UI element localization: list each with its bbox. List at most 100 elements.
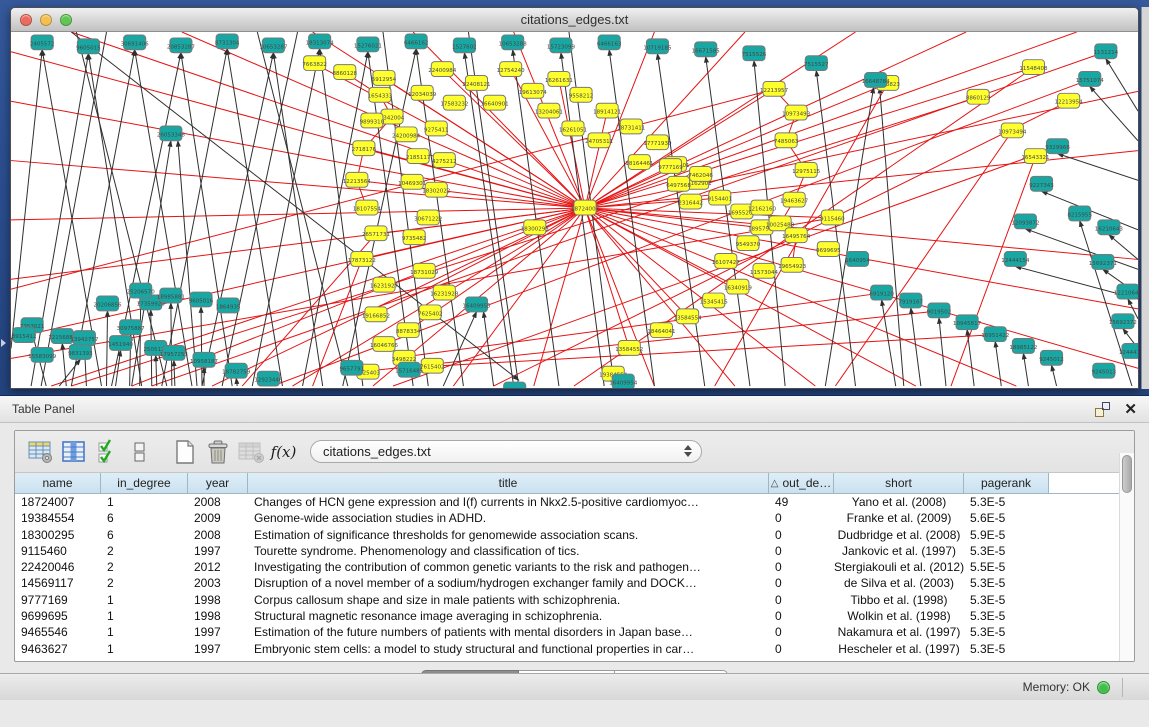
graph-node[interactable]: 16409954 <box>609 374 638 388</box>
graph-node[interactable]: 16261631 <box>545 72 573 87</box>
graph-node[interactable]: 7515526 <box>742 46 767 61</box>
citation-edge-black[interactable] <box>561 53 604 386</box>
vertical-scrollbar[interactable] <box>1119 453 1134 661</box>
graph-node[interactable]: 2342004 <box>380 109 405 124</box>
table-cell[interactable]: 1998 <box>188 608 248 624</box>
citation-edge-black[interactable] <box>140 298 141 386</box>
citation-edge-black[interactable] <box>484 312 494 386</box>
graph-node[interactable]: 8731304 <box>215 34 240 49</box>
graph-node[interactable]: 2405572 <box>30 35 55 50</box>
graph-node[interactable]: 9245012 <box>1039 350 1064 365</box>
table-cell[interactable]: 1 <box>101 641 188 657</box>
table-cell[interactable]: 5.3E-5 <box>964 624 1049 640</box>
table-cell[interactable]: Dudbridge et al. (2008) <box>834 527 964 543</box>
graph-node[interactable]: 16107427 <box>712 254 741 269</box>
graph-node[interactable]: 18302022 <box>422 182 450 197</box>
graph-node[interactable]: 11548408 <box>1019 60 1048 75</box>
table-cell[interactable]: Stergiakouli et al. (2012) <box>834 559 964 575</box>
citation-edge-black[interactable] <box>1025 229 1138 270</box>
table-cell[interactable]: 1 <box>101 624 188 640</box>
scrollbar-thumb[interactable] <box>1122 455 1132 493</box>
graph-node[interactable]: 9899310 <box>360 113 385 128</box>
delete-trash-icon[interactable] <box>201 437 234 467</box>
table-cell[interactable]: 6 <box>101 527 188 543</box>
memory-ok-indicator[interactable] <box>1097 681 1110 694</box>
graph-node[interactable]: 7663822 <box>302 56 327 71</box>
citation-edge-black[interactable] <box>911 308 921 386</box>
table-selector-dropdown[interactable]: citations_edges.txt <box>310 440 702 463</box>
graph-node[interactable]: 22400984 <box>428 62 457 77</box>
new-document-icon[interactable] <box>168 437 201 467</box>
graph-node[interactable]: 7485063 <box>774 133 799 148</box>
citation-edge-red[interactable] <box>357 180 585 208</box>
table-cell[interactable]: 49 <box>769 494 834 510</box>
table-cell[interactable]: Changes of HCN gene expression and I(f) … <box>248 494 769 510</box>
table-cell[interactable]: Yano et al. (2008) <box>834 494 964 510</box>
table-cell[interactable]: 2008 <box>188 527 248 543</box>
graph-node[interactable]: 18782759 <box>222 363 251 378</box>
citation-edge-black[interactable] <box>967 330 974 386</box>
table-cell[interactable]: 5.3E-5 <box>964 592 1049 608</box>
minimize-button[interactable] <box>40 14 52 26</box>
graph-node[interactable]: 10469301 <box>398 174 426 189</box>
graph-node[interactable]: 17771930 <box>643 135 672 150</box>
graph-node[interactable]: 13584554 <box>674 309 703 324</box>
graph-node[interactable]: 24200984 <box>392 127 421 142</box>
graph-node[interactable]: 1527602 <box>452 38 477 53</box>
citation-edge-red[interactable] <box>585 208 832 218</box>
graph-node[interactable]: 1451940 <box>108 336 133 351</box>
graph-node[interactable]: 10653287 <box>259 38 288 53</box>
table-cell[interactable]: 0 <box>769 592 834 608</box>
graph-node[interactable]: 18724007 <box>571 200 600 215</box>
graph-node[interactable]: 17957253 <box>160 345 189 360</box>
citation-edge-black[interactable] <box>59 359 80 386</box>
table-cell[interactable]: Genome-wide association studies in ADHD. <box>248 510 769 526</box>
table-cell[interactable]: 0 <box>769 624 834 640</box>
graph-node[interactable]: 8878334 <box>396 323 421 338</box>
graph-node[interactable]: 12213564 <box>343 172 372 187</box>
graph-node[interactable]: 9657791 <box>340 360 365 375</box>
graph-node[interactable]: 15692372 <box>1109 314 1137 329</box>
graph-node[interactable]: 19166852 <box>362 307 390 322</box>
table-cell[interactable]: Wolkin et al. (1998) <box>834 608 964 624</box>
table-cell[interactable]: 5.3E-5 <box>964 641 1049 657</box>
table-cell[interactable]: 0 <box>769 575 834 591</box>
graph-node[interactable]: 9605015 <box>76 39 101 54</box>
table-row[interactable]: 946362711997Embryonic stem cells: a mode… <box>15 641 1134 657</box>
column-header-name[interactable]: name <box>15 473 101 493</box>
citation-edge-black[interactable] <box>882 300 896 386</box>
citation-edge-red[interactable] <box>413 32 585 208</box>
graph-node[interactable]: 18300295 <box>521 220 549 235</box>
table-cell[interactable]: Nakamura et al. (1997) <box>834 624 964 640</box>
graph-node[interactable]: 12162160 <box>748 200 777 215</box>
table-cell[interactable]: 1998 <box>188 592 248 608</box>
table-cell[interactable]: 9463627 <box>15 641 101 657</box>
graph-node[interactable]: 15716485 <box>395 362 423 377</box>
graph-node[interactable]: 9558212 <box>569 87 594 102</box>
table-row[interactable]: 1456911722003Disruption of a novel membe… <box>15 575 1134 591</box>
graph-node[interactable]: 2185117 <box>406 149 431 164</box>
table-settings-icon[interactable] <box>24 437 57 467</box>
graph-node[interactable]: 20853287 <box>167 38 196 53</box>
graph-node[interactable]: 15583099 <box>28 347 57 362</box>
zoom-button[interactable] <box>60 14 72 26</box>
graph-node[interactable]: 7515527 <box>804 56 829 71</box>
table-cell[interactable]: 0 <box>769 559 834 575</box>
graph-node[interactable]: 16951422 <box>981 327 1009 342</box>
citation-edge-black[interactable] <box>11 50 42 349</box>
graph-node[interactable]: 16231928 <box>430 285 459 300</box>
table-row[interactable]: 977716911998Corpus callosum shape and si… <box>15 592 1134 608</box>
graph-node[interactable]: 9019502 <box>927 303 952 318</box>
graph-node[interactable]: 18985881 <box>157 288 185 303</box>
table-cell[interactable]: 9465546 <box>15 624 101 640</box>
graph-node[interactable]: 12213954 <box>1055 93 1084 108</box>
graph-node[interactable]: 16409955 <box>462 297 490 312</box>
table-cell[interactable]: 18724007 <box>15 494 101 510</box>
graph-node[interactable]: 9605016 <box>189 292 214 307</box>
table-cell[interactable]: 9777169 <box>15 592 101 608</box>
graph-node[interactable]: 8860129 <box>966 89 991 104</box>
citation-edge-black[interactable] <box>609 50 654 386</box>
graph-node[interactable]: 12213957 <box>760 81 789 96</box>
graph-node[interactable]: 30671222 <box>414 210 442 225</box>
citation-edge-red[interactable] <box>585 208 916 386</box>
